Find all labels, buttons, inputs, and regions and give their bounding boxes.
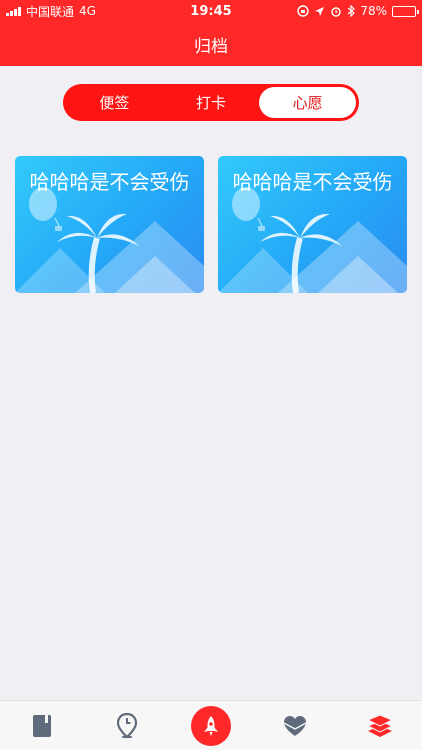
segment-checkin[interactable]: 打卡 bbox=[163, 87, 260, 118]
signal-icon bbox=[6, 6, 21, 16]
layers-icon bbox=[366, 713, 393, 737]
tab-archive[interactable] bbox=[350, 701, 410, 750]
battery-icon bbox=[392, 5, 419, 17]
tab-bar bbox=[0, 700, 422, 750]
wish-card-title: 哈哈哈是不会受伤 bbox=[29, 170, 190, 194]
wish-card-list: 哈哈哈是不会受伤 哈哈哈是不会受伤 bbox=[15, 156, 408, 293]
bluetooth-icon bbox=[347, 5, 356, 17]
status-time: 19:45 bbox=[190, 3, 232, 19]
segmented-control: 便签 打卡 心愿 bbox=[63, 84, 359, 121]
notebook-icon bbox=[33, 714, 52, 737]
location-clock-icon bbox=[116, 712, 137, 738]
orientation-lock-icon bbox=[297, 5, 310, 17]
carrier-label: 中国联通 bbox=[26, 4, 75, 19]
segment-notes[interactable]: 便签 bbox=[66, 87, 163, 118]
wish-card-title: 哈哈哈是不会受伤 bbox=[232, 170, 393, 194]
battery-percent: 78% bbox=[360, 4, 387, 18]
heart-icon bbox=[284, 715, 307, 736]
tab-wishes-heart[interactable] bbox=[265, 701, 325, 750]
page-title: 归档 bbox=[194, 36, 228, 57]
wish-card[interactable]: 哈哈哈是不会受伤 bbox=[15, 156, 204, 293]
tab-checkin-location[interactable] bbox=[97, 701, 157, 750]
status-right: 78% bbox=[276, 4, 419, 18]
tab-notebook[interactable] bbox=[12, 701, 72, 750]
wish-card[interactable]: 哈哈哈是不会受伤 bbox=[218, 156, 407, 293]
network-label: 4G bbox=[79, 4, 96, 18]
location-arrow-icon bbox=[315, 6, 325, 16]
segment-wishes[interactable]: 心愿 bbox=[259, 87, 357, 118]
rocket-icon bbox=[203, 715, 218, 736]
alarm-icon bbox=[331, 7, 342, 17]
status-bar: 中国联通 4G 19:45 78% bbox=[0, 0, 422, 22]
navigation-bar: 归档 bbox=[0, 22, 422, 66]
status-left: 中国联通 4G bbox=[6, 3, 146, 20]
tab-center-button bbox=[190, 705, 231, 746]
tab-wish-home[interactable] bbox=[181, 701, 241, 750]
